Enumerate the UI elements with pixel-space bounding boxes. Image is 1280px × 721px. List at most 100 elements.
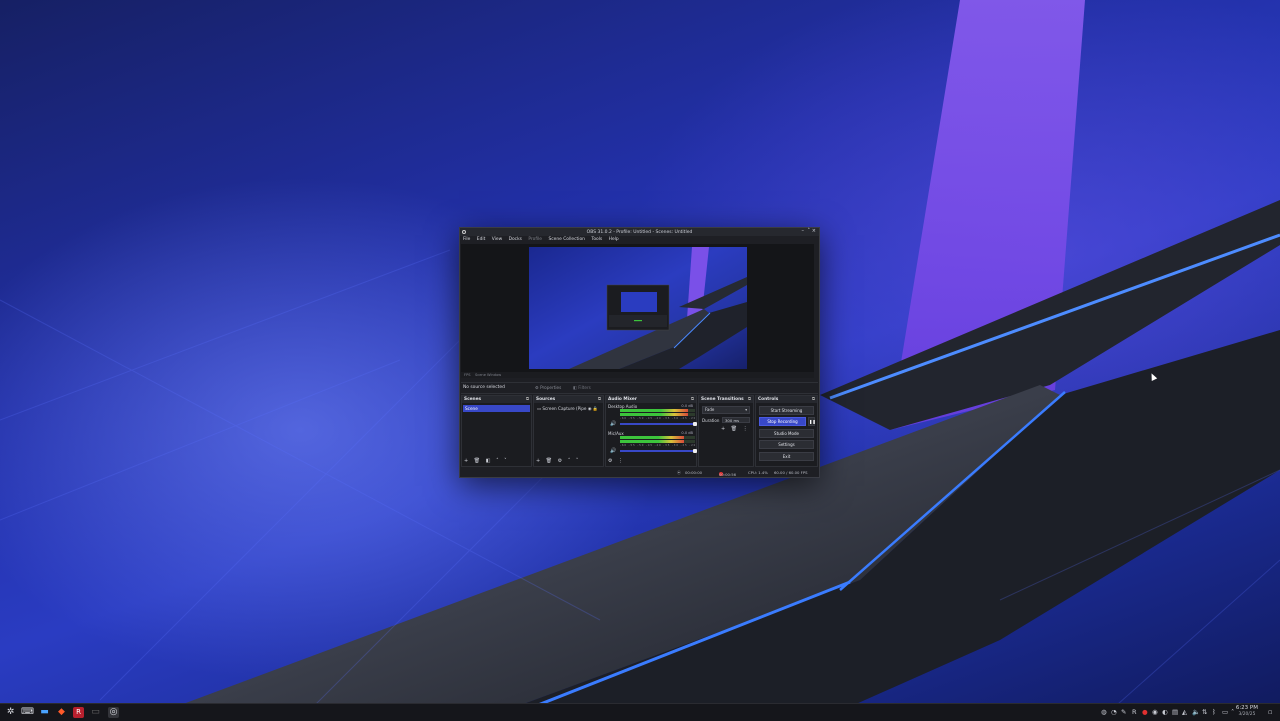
menu-file[interactable]: File [463,236,470,243]
maximize-icon[interactable]: ˄ [808,229,811,234]
move-up-icon[interactable]: ˄ [568,458,571,464]
studio-mode-button[interactable]: Studio Mode [759,428,814,438]
source-item[interactable]: ▭ Screen Capture (Pipe ◉ 🔒 [535,406,602,412]
properties-button[interactable]: ⚙ Properties [535,385,561,390]
window-titlebar[interactable]: OBS 31.0.2 - Profile: Untitled - Scenes:… [460,228,819,236]
filters-button[interactable]: ◧ Filters [573,385,591,390]
undock-icon[interactable]: ⧉ [526,396,529,403]
slider-knob[interactable] [693,421,697,426]
obs-window: OBS 31.0.2 - Profile: Untitled - Scenes:… [459,227,820,478]
tray-speaker-icon[interactable]: ◔ [1111,708,1117,716]
volume-slider[interactable] [620,448,697,453]
mixer-toolbar: ⚙ ⋮ [608,458,627,464]
tray-clipboard-icon[interactable]: ▤ [1172,708,1178,716]
undock-icon[interactable]: ⧉ [812,396,815,403]
taskbar: ✲ ⌨ ▬ ◆ R ▭ ◎ ◍ ◔ ✎ R ● ◉ ◐ ▤ ◭ 🔈 ⇅ ᛒ ▭ … [0,703,1280,721]
stop-recording-button[interactable]: Stop Recording [759,417,806,426]
advanced-audio-icon[interactable]: ⚙ [608,458,612,464]
duration-row: Duration 300 ms [702,417,750,424]
settings-button[interactable]: Settings [759,440,814,449]
pause-recording-icon[interactable]: ❚❚ [808,417,816,426]
move-down-icon[interactable]: ˅ [576,458,579,464]
remove-transition-icon[interactable]: 🗑 [731,426,737,432]
remove-scene-icon[interactable]: 🗑 [474,458,480,464]
menu-tools[interactable]: Tools [591,236,602,243]
add-scene-icon[interactable]: + [464,458,468,464]
tray-volume-icon[interactable]: 🔈 [1192,708,1200,716]
no-source-label: No source selected [463,385,505,390]
menu-docks[interactable]: Docks [509,236,522,243]
network-icon: ⦿ [677,470,681,475]
level-fill [620,440,684,443]
move-up-icon[interactable]: ˄ [496,458,499,464]
duration-input[interactable]: 300 ms [722,417,750,423]
remove-source-icon[interactable]: 🗑 [546,458,552,464]
close-icon[interactable]: × [812,229,816,234]
menu-scene-collection[interactable]: Scene Collection [548,236,585,243]
add-source-icon[interactable]: + [536,458,540,464]
exit-button[interactable]: Exit [759,451,814,461]
volume-slider[interactable] [620,421,697,426]
tray-obs-icon[interactable]: ◉ [1152,708,1158,716]
menu-help[interactable]: Help [609,236,619,243]
tray-tools-icon[interactable]: ✎ [1121,708,1126,716]
volume-icon[interactable]: 🔊 [610,421,616,427]
level-meter [620,413,695,416]
brave-browser-icon[interactable]: ◆ [56,707,67,718]
sources-dock: Sources ⧉ ▭ Screen Capture (Pipe ◉ 🔒 + 🗑… [533,395,604,467]
preview-status: FPS Scene Window [461,372,814,378]
show-desktop-icon[interactable]: ▫ [1268,708,1272,716]
tray-record-icon[interactable]: ● [1142,708,1148,716]
recording-row: Stop Recording ❚❚ [756,417,817,426]
menu-view[interactable]: View [492,236,502,243]
start-streaming-button[interactable]: Start Streaming [759,405,814,415]
transition-select[interactable]: Fade ▾ [702,406,750,414]
preview-fps-label: FPS [464,373,471,377]
clock[interactable]: 6:23 PM 3/20/25 [1236,705,1258,718]
minimize-icon[interactable]: – [802,229,805,234]
move-down-icon[interactable]: ˅ [504,458,507,464]
lock-icon[interactable]: 🔒 [593,406,598,411]
app-launcher-icon[interactable]: ✲ [5,707,16,718]
mixer-menu-icon[interactable]: ⋮ [618,458,623,464]
undock-icon[interactable]: ⧉ [691,396,694,403]
level-fill [620,409,688,412]
tray-expand-icon[interactable]: ˄ [1231,708,1234,716]
program-preview[interactable] [529,247,747,369]
obs-taskbar-icon[interactable]: ◎ [108,707,119,718]
tray-network-icon[interactable]: ⇅ [1202,708,1207,716]
status-bar: ⦿ 00:00:00 00:00:56 CPU: 1.4% 60.00 / 60… [461,468,818,477]
controls-dock-header: Controls ⧉ [756,396,817,403]
terminal-icon[interactable]: ▭ [90,707,101,718]
meter-ticks: -60 -55 -50 -45 -40 -35 -30 -25 -20 -15 … [620,417,695,420]
visibility-icon[interactable]: ◉ [588,406,592,411]
undock-icon[interactable]: ⧉ [598,396,601,403]
controls-dock: Controls ⧉ Start Streaming Stop Recordin… [755,395,818,467]
slider-knob[interactable] [693,448,697,453]
cpu-usage: CPU: 1.4% [748,470,768,475]
tray-updates-icon[interactable]: ◭ [1182,708,1187,716]
add-transition-icon[interactable]: + [721,426,725,432]
scenes-dock: Scenes ⧉ Scene + 🗑 ◧ ˄ ˅ [461,395,532,467]
tray-steam-icon[interactable]: ◐ [1162,708,1168,716]
tray-display-icon[interactable]: ▭ [1222,708,1228,716]
tray-bluetooth-icon[interactable]: ᛒ [1212,708,1216,716]
source-properties-icon[interactable]: ⚙ [558,458,562,464]
tray-r-icon[interactable]: R [1132,708,1137,716]
app-r-icon[interactable]: R [73,707,84,718]
level-meter [620,440,695,443]
scenes-title: Scenes [464,397,482,402]
menu-edit[interactable]: Edit [477,236,486,243]
volume-icon[interactable]: 🔊 [610,448,616,454]
menu-profile[interactable]: Profile [528,236,542,243]
file-manager-icon[interactable]: ▬ [39,707,50,718]
tray-pin-icon[interactable]: ◍ [1101,708,1107,716]
scene-item[interactable]: Scene [463,405,530,412]
source-toolbar: No source selected ⚙ Properties ◧ Filter… [461,382,818,394]
transition-menu-icon[interactable]: ⋮ [743,426,748,432]
clock-date: 3/20/25 [1238,712,1256,717]
undock-icon[interactable]: ⧉ [748,396,751,403]
sources-dock-header: Sources ⧉ [534,396,603,403]
overview-icon[interactable]: ⌨ [21,707,34,718]
scene-filters-icon[interactable]: ◧ [486,458,491,464]
